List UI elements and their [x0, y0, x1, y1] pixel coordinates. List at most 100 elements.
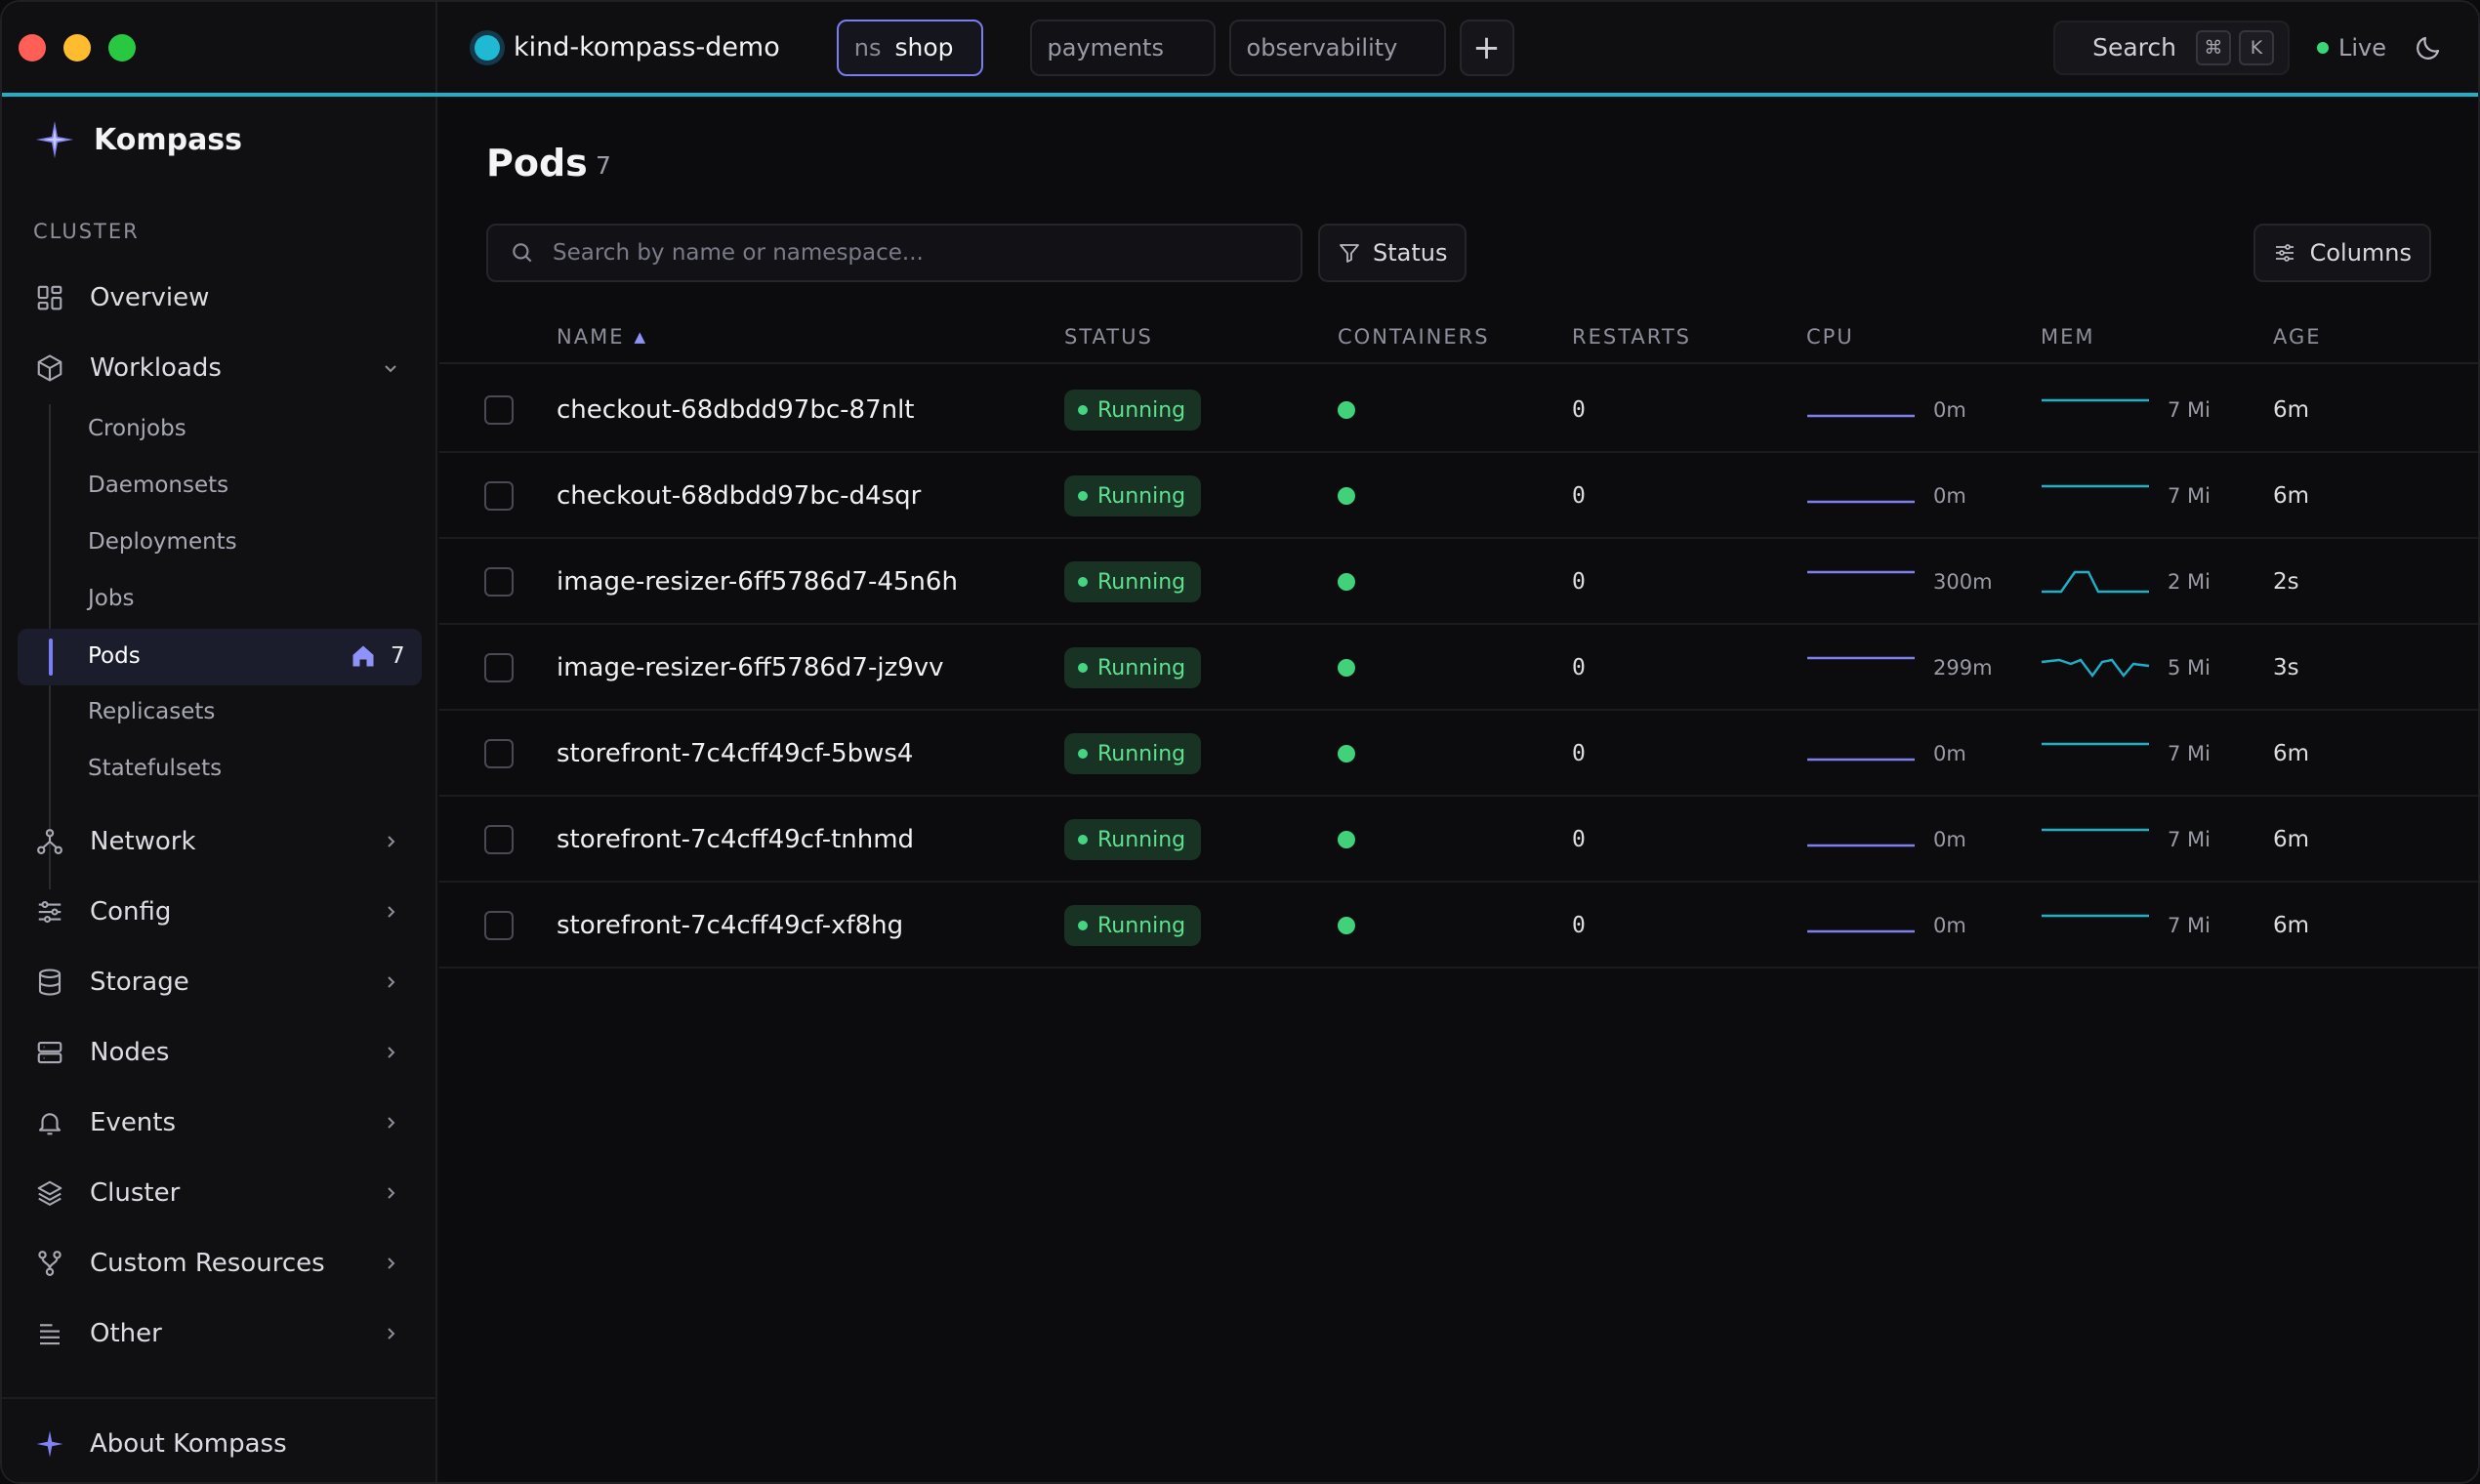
- maximize-window-button[interactable]: [108, 33, 136, 62]
- status-cell: Running: [1064, 883, 1202, 969]
- pod-search-field[interactable]: [486, 224, 1302, 282]
- table-row[interactable]: storefront-7c4cff49cf-tnhmd Running 0 0m: [439, 797, 2478, 883]
- mem-value: 7 Mi: [2168, 914, 2211, 937]
- sidebar-item-workloads[interactable]: Workloads: [18, 341, 422, 395]
- mem-sparkline: [2042, 398, 2149, 402]
- close-window-button[interactable]: [19, 33, 46, 62]
- sidebar-item-overview[interactable]: Overview: [18, 270, 422, 325]
- sidebar-item-cluster[interactable]: Cluster: [18, 1166, 422, 1220]
- sidebar-item-nodes[interactable]: Nodes: [18, 1025, 422, 1080]
- active-indicator: [49, 639, 53, 676]
- row-checkbox[interactable]: [484, 825, 514, 854]
- sidebar: Kompass CLUSTER Overview Workloads Cronj…: [2, 97, 437, 1482]
- sidebar-subitem-deployments[interactable]: Deployments: [88, 529, 237, 555]
- mem-sparkline: [2042, 742, 2149, 746]
- context-status-icon: [475, 34, 500, 61]
- pod-name-link[interactable]: storefront-7c4cff49cf-5bws4: [557, 739, 913, 768]
- chevron-right-icon: [388, 976, 395, 988]
- row-select-cell: [484, 625, 514, 711]
- container-status-icon[interactable]: [1338, 487, 1355, 505]
- row-checkbox[interactable]: [484, 911, 514, 940]
- live-label: Live: [2337, 33, 2386, 62]
- sidebar-item-label: Network: [90, 827, 196, 856]
- row-checkbox[interactable]: [484, 567, 514, 597]
- namespace-tab-active[interactable]: ns shop: [836, 19, 983, 76]
- column-header-restarts[interactable]: RESTARTS: [1572, 325, 1691, 349]
- context-selector[interactable]: kind-kompass-demo: [475, 32, 780, 62]
- page-title: Pods: [486, 142, 588, 185]
- table-row[interactable]: checkout-68dbdd97bc-d4sqr Running 0 0m 7: [439, 453, 2478, 539]
- container-status-icon[interactable]: [1338, 659, 1355, 677]
- container-status-icon[interactable]: [1338, 401, 1355, 419]
- sidebar-item-events[interactable]: Events: [18, 1095, 422, 1150]
- home-icon: [352, 645, 374, 667]
- status-badge-label: Running: [1097, 913, 1186, 938]
- container-status-icon[interactable]: [1338, 831, 1355, 848]
- namespace-tab-observability[interactable]: observability: [1228, 19, 1446, 76]
- sidebar-item-other[interactable]: Other: [18, 1306, 422, 1361]
- age-value: 6m: [2273, 827, 2310, 852]
- live-indicator[interactable]: Live: [2316, 33, 2386, 62]
- table-row[interactable]: image-resizer-6ff5786d7-45n6h Running 0 …: [439, 539, 2478, 625]
- pod-name-link[interactable]: image-resizer-6ff5786d7-45n6h: [557, 567, 958, 597]
- search-input[interactable]: [553, 240, 1295, 266]
- sidebar-item-label: Other: [90, 1319, 162, 1348]
- column-header-containers[interactable]: CONTAINERS: [1338, 325, 1490, 349]
- pod-name-link[interactable]: image-resizer-6ff5786d7-jz9vv: [557, 653, 944, 682]
- mem-cell: 7 Mi: [2041, 797, 2211, 883]
- status-filter-button[interactable]: Status: [1318, 224, 1467, 282]
- age-cell: 6m: [2273, 797, 2309, 883]
- global-search-button[interactable]: Search ⌘ K: [2053, 20, 2290, 75]
- restarts-cell: 0: [1572, 883, 1586, 969]
- container-status-icon[interactable]: [1338, 573, 1355, 591]
- sidebar-subitem-statefulsets[interactable]: Statefulsets: [88, 756, 222, 781]
- pod-name-cell: checkout-68dbdd97bc-d4sqr: [557, 453, 921, 539]
- chevron-down-icon: [385, 365, 396, 373]
- table-row[interactable]: image-resizer-6ff5786d7-jz9vv Running 0 …: [439, 625, 2478, 711]
- row-checkbox[interactable]: [484, 395, 514, 425]
- column-header-mem[interactable]: MEM: [2041, 325, 2095, 349]
- minimize-window-button[interactable]: [63, 33, 91, 62]
- network-icon: [33, 825, 66, 858]
- sidebar-subitem-daemonsets[interactable]: Daemonsets: [88, 473, 228, 498]
- pod-name-link[interactable]: checkout-68dbdd97bc-87nlt: [557, 395, 915, 425]
- column-header-status[interactable]: STATUS: [1064, 325, 1153, 349]
- column-header-age[interactable]: AGE: [2273, 325, 2322, 349]
- row-checkbox[interactable]: [484, 481, 514, 511]
- add-namespace-button[interactable]: +: [1459, 19, 1514, 76]
- about-kompass-link[interactable]: About Kompass: [18, 1417, 422, 1471]
- namespace-tab-payments[interactable]: payments: [1029, 19, 1216, 76]
- sidebar-subitem-jobs[interactable]: Jobs: [88, 586, 134, 611]
- sidebar-item-custom-resources[interactable]: Custom Resources: [18, 1236, 422, 1291]
- table-row[interactable]: storefront-7c4cff49cf-xf8hg Running 0 0m: [439, 883, 2478, 969]
- theme-toggle-moon-icon[interactable]: [2414, 33, 2443, 62]
- sidebar-item-storage[interactable]: Storage: [18, 955, 422, 1010]
- cpu-sparkline: [1807, 570, 1915, 574]
- containers-cell: [1338, 367, 1355, 453]
- row-checkbox[interactable]: [484, 653, 514, 682]
- status-badge: Running: [1064, 733, 1202, 774]
- sidebar-subitem-replicasets[interactable]: Replicasets: [88, 699, 215, 724]
- sidebar-item-network[interactable]: Network: [18, 814, 422, 869]
- container-status-icon[interactable]: [1338, 917, 1355, 934]
- column-header-name[interactable]: NAME ▲: [557, 325, 647, 349]
- table-row[interactable]: checkout-68dbdd97bc-87nlt Running 0 0m 7: [439, 367, 2478, 453]
- pod-name-link[interactable]: storefront-7c4cff49cf-tnhmd: [557, 825, 914, 854]
- sidebar-subitem-cronjobs[interactable]: Cronjobs: [88, 416, 186, 441]
- shortcut-k-key: K: [2238, 29, 2274, 65]
- about-kompass-label: About Kompass: [90, 1429, 287, 1459]
- cpu-sparkline: [1807, 844, 1915, 847]
- row-checkbox[interactable]: [484, 739, 514, 768]
- status-badge-label: Running: [1097, 397, 1186, 423]
- brand[interactable]: Kompass: [35, 120, 242, 159]
- pod-name-link[interactable]: checkout-68dbdd97bc-d4sqr: [557, 481, 921, 511]
- pod-name-link[interactable]: storefront-7c4cff49cf-xf8hg: [557, 911, 903, 940]
- sidebar-item-label: Storage: [90, 968, 189, 997]
- status-badge-label: Running: [1097, 741, 1186, 766]
- container-status-icon[interactable]: [1338, 745, 1355, 763]
- columns-button[interactable]: Columns: [2253, 224, 2431, 282]
- column-header-name-label: NAME: [557, 325, 625, 349]
- column-header-cpu[interactable]: CPU: [1806, 325, 1854, 349]
- table-row[interactable]: storefront-7c4cff49cf-5bws4 Running 0 0m: [439, 711, 2478, 797]
- sidebar-item-config[interactable]: Config: [18, 885, 422, 939]
